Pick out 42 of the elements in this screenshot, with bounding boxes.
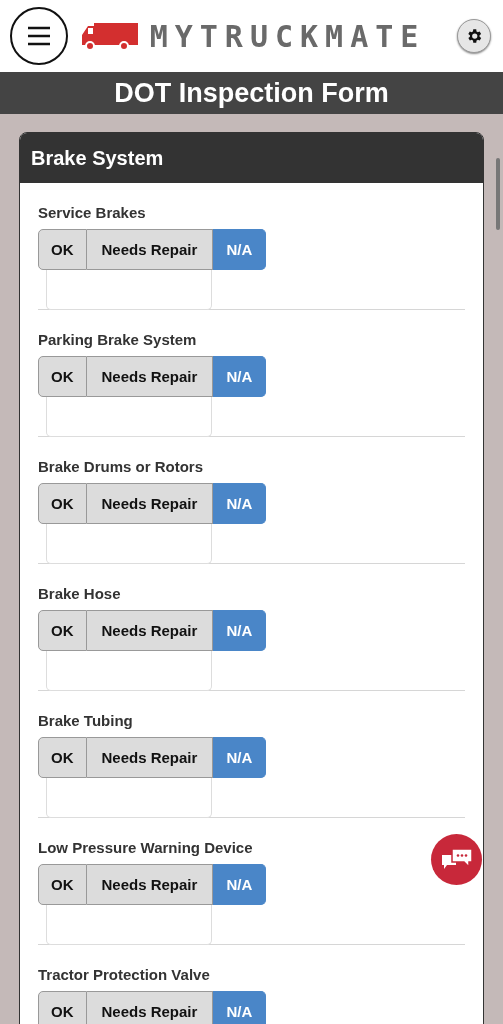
section-title: Brake System xyxy=(20,133,483,183)
settings-button[interactable] xyxy=(457,19,491,53)
option-button[interactable]: Needs Repair xyxy=(86,737,214,778)
option-button[interactable]: N/A xyxy=(213,991,267,1024)
option-button[interactable]: Needs Repair xyxy=(86,610,214,651)
option-button[interactable]: OK xyxy=(38,229,87,270)
option-button[interactable]: N/A xyxy=(213,737,267,778)
option-button[interactable]: N/A xyxy=(213,864,267,905)
option-button[interactable]: Needs Repair xyxy=(86,483,214,524)
notes-field[interactable] xyxy=(46,397,212,437)
menu-button[interactable] xyxy=(10,7,68,65)
logo-text: MYTRUCKMATE xyxy=(149,18,426,54)
option-button[interactable]: N/A xyxy=(213,483,267,524)
option-button[interactable]: Needs Repair xyxy=(86,356,214,397)
option-button[interactable]: Needs Repair xyxy=(86,229,214,270)
notes-field[interactable] xyxy=(46,651,212,691)
notes-field[interactable] xyxy=(46,270,212,310)
option-button[interactable]: N/A xyxy=(213,610,267,651)
option-button[interactable]: OK xyxy=(38,356,87,397)
item-label: Brake Tubing xyxy=(38,712,134,729)
item-label: Parking Brake System xyxy=(38,331,198,348)
option-button[interactable]: OK xyxy=(38,864,87,905)
item-label: Low Pressure Warning Device xyxy=(38,839,254,856)
page-title: DOT Inspection Form xyxy=(0,72,503,114)
item-label: Tractor Protection Valve xyxy=(38,966,211,983)
truck-icon xyxy=(79,21,140,51)
menu-icon xyxy=(27,26,51,46)
option-button[interactable]: N/A xyxy=(213,229,267,270)
option-button[interactable]: Needs Repair xyxy=(86,991,214,1024)
option-button[interactable]: N/A xyxy=(213,356,267,397)
notes-field[interactable] xyxy=(46,524,212,564)
notes-field[interactable] xyxy=(46,905,212,945)
option-button[interactable]: OK xyxy=(38,610,87,651)
option-button[interactable]: OK xyxy=(38,991,87,1024)
item-label: Brake Drums or Rotors xyxy=(38,458,205,475)
scrollbar[interactable] xyxy=(496,158,500,230)
item-label: Service Brakes xyxy=(38,204,147,221)
notes-field[interactable] xyxy=(46,778,212,818)
option-button[interactable]: OK xyxy=(38,483,87,524)
option-button[interactable]: Needs Repair xyxy=(86,864,214,905)
item-label: Brake Hose xyxy=(38,585,122,602)
option-button[interactable]: OK xyxy=(38,737,87,778)
